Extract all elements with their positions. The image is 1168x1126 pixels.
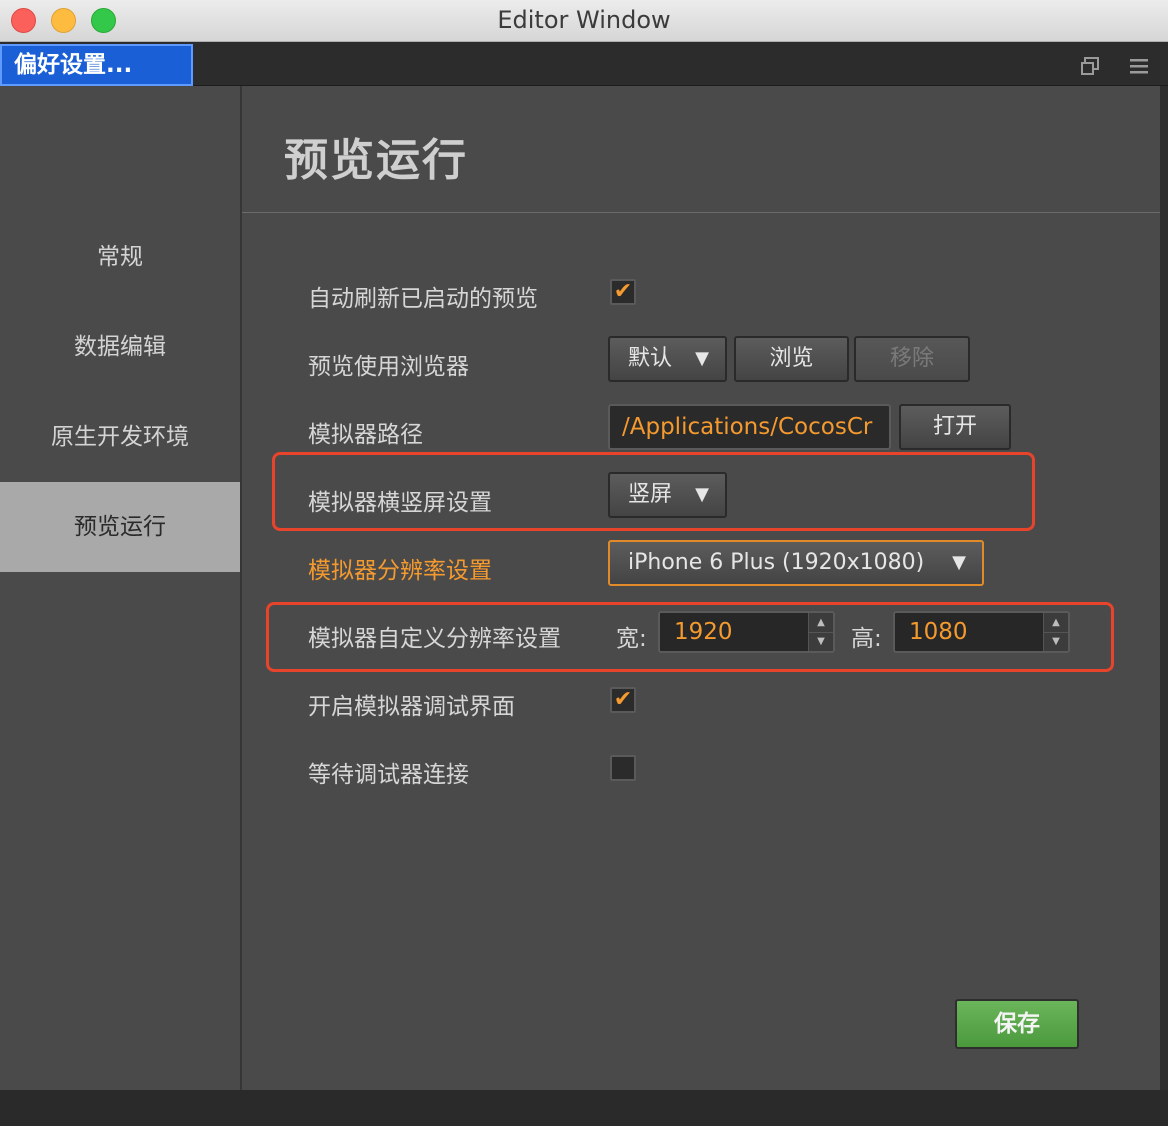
hamburger-menu-icon[interactable] xyxy=(1128,56,1150,79)
auto-refresh-checkbox[interactable]: ✔ xyxy=(610,279,636,305)
page-title: 预览运行 xyxy=(284,135,468,186)
window-title: Editor Window xyxy=(497,6,671,34)
wait-debugger-label: 等待调试器连接 xyxy=(308,762,469,788)
tab-bar: 偏好设置... xyxy=(0,42,1168,86)
title-divider xyxy=(242,212,1160,213)
orientation-highlight-box xyxy=(272,452,1035,531)
restore-window-icon[interactable] xyxy=(1080,56,1100,79)
resolution-label: 模拟器分辨率设置 xyxy=(308,558,492,584)
simulator-path-input[interactable]: /Applications/CocosCr xyxy=(608,404,891,450)
wait-debugger-checkbox[interactable] xyxy=(610,755,636,781)
browser-select[interactable]: 默认 ▼ xyxy=(608,336,727,382)
custom-resolution-highlight-box xyxy=(266,602,1114,672)
window-right-edge xyxy=(1160,86,1168,1090)
auto-refresh-label: 自动刷新已启动的预览 xyxy=(308,286,538,312)
resolution-select[interactable]: iPhone 6 Plus (1920x1080) ▼ xyxy=(608,540,984,586)
window-titlebar: Editor Window xyxy=(0,0,1168,42)
window-bottom-bar xyxy=(0,1090,1168,1126)
preferences-sidebar: 常规 数据编辑 原生开发环境 预览运行 xyxy=(0,86,242,1090)
sidebar-item-general[interactable]: 常规 xyxy=(0,212,240,302)
save-button[interactable]: 保存 xyxy=(955,999,1079,1049)
sidebar-item-preview-run[interactable]: 预览运行 xyxy=(0,482,240,572)
simulator-path-label: 模拟器路径 xyxy=(308,422,423,448)
tab-preferences[interactable]: 偏好设置... xyxy=(0,44,193,86)
chevron-down-icon: ▼ xyxy=(952,552,966,573)
chevron-down-icon: ▼ xyxy=(695,348,709,369)
browser-select-value: 默认 xyxy=(628,346,673,371)
preview-run-panel: 预览运行 自动刷新已启动的预览 ✔ 预览使用浏览器 默认 ▼ 浏览 移除 模拟器… xyxy=(242,86,1160,1090)
resolution-select-value: iPhone 6 Plus (1920x1080) xyxy=(628,550,925,575)
remove-button[interactable]: 移除 xyxy=(854,336,970,382)
debug-ui-label: 开启模拟器调试界面 xyxy=(308,694,515,720)
browse-button[interactable]: 浏览 xyxy=(734,336,849,382)
browser-label: 预览使用浏览器 xyxy=(308,354,469,380)
sidebar-item-native-env[interactable]: 原生开发环境 xyxy=(0,392,240,482)
open-path-button[interactable]: 打开 xyxy=(899,404,1011,450)
debug-ui-checkbox[interactable]: ✔ xyxy=(610,687,636,713)
sidebar-item-data-editor[interactable]: 数据编辑 xyxy=(0,302,240,392)
